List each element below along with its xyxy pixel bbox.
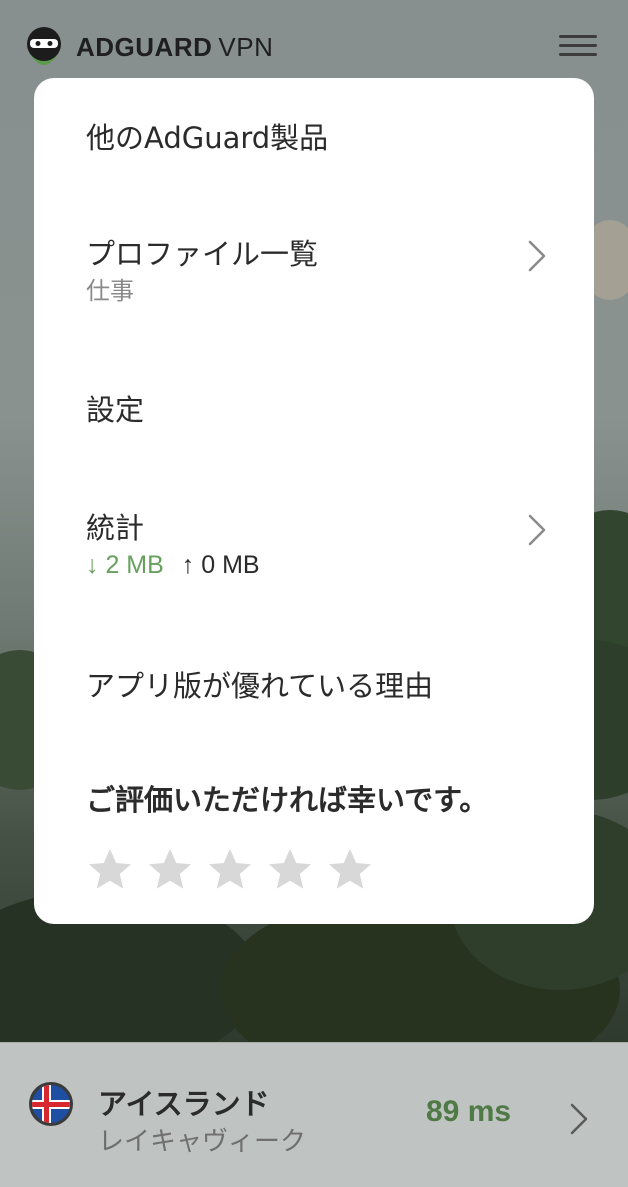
menu-item-statistics[interactable]: 統計 ↓ 2 MB ↑ 0 MB (86, 508, 554, 582)
menu-item-label: 設定 (86, 393, 145, 427)
star-icon[interactable] (326, 846, 374, 894)
traffic-stats: ↓ 2 MB ↑ 0 MB (86, 548, 554, 582)
ping-value: 89 ms (426, 1095, 512, 1128)
star-icon[interactable] (206, 846, 254, 894)
adguard-logo-icon (27, 27, 61, 65)
menu-item-label: 統計 (86, 511, 145, 545)
chevron-right-icon (528, 514, 546, 546)
menu-item-label: アプリ版が優れている理由 (86, 669, 434, 703)
menu-item-label: プロファイル一覧 (86, 237, 319, 271)
hamburger-menu-icon[interactable] (556, 30, 600, 66)
location-selector[interactable]: アイスランド レイキャヴィーク 89 ms (0, 1042, 628, 1187)
menu-item-other-products[interactable]: 他のAdGuard製品 (86, 118, 554, 158)
rating-stars (86, 846, 554, 894)
app-header: ADGUARD VPN (0, 0, 628, 90)
menu-item-settings[interactable]: 設定 (86, 390, 554, 430)
brand-name: ADGUARD (76, 32, 213, 62)
rating-title: ご評価いただければ幸いです。 (86, 783, 489, 817)
current-profile-label: 仕事 (86, 277, 134, 305)
iceland-flag-icon (29, 1082, 73, 1126)
location-city: レイキャヴィーク (98, 1127, 307, 1157)
rating-section: ご評価いただければ幸いです。 (86, 780, 554, 894)
star-icon[interactable] (266, 846, 314, 894)
upload-stat: ↑ 0 MB (181, 551, 260, 579)
main-menu-panel: 他のAdGuard製品 プロファイル一覧 仕事 設定 統計 ↓ 2 MB ↑ 0… (34, 78, 594, 924)
chevron-right-icon (570, 1103, 588, 1135)
location-country: アイスランド (98, 1087, 270, 1121)
product-name: VPN (218, 32, 274, 62)
star-icon[interactable] (86, 846, 134, 894)
star-icon[interactable] (146, 846, 194, 894)
menu-item-label: 他のAdGuard製品 (86, 121, 329, 155)
download-stat: ↓ 2 MB (86, 551, 164, 579)
app-logo-text: ADGUARD VPN (76, 32, 273, 63)
menu-item-why-app[interactable]: アプリ版が優れている理由 (86, 666, 554, 706)
chevron-right-icon (528, 240, 546, 272)
menu-item-profiles[interactable]: プロファイル一覧 仕事 (86, 234, 554, 308)
